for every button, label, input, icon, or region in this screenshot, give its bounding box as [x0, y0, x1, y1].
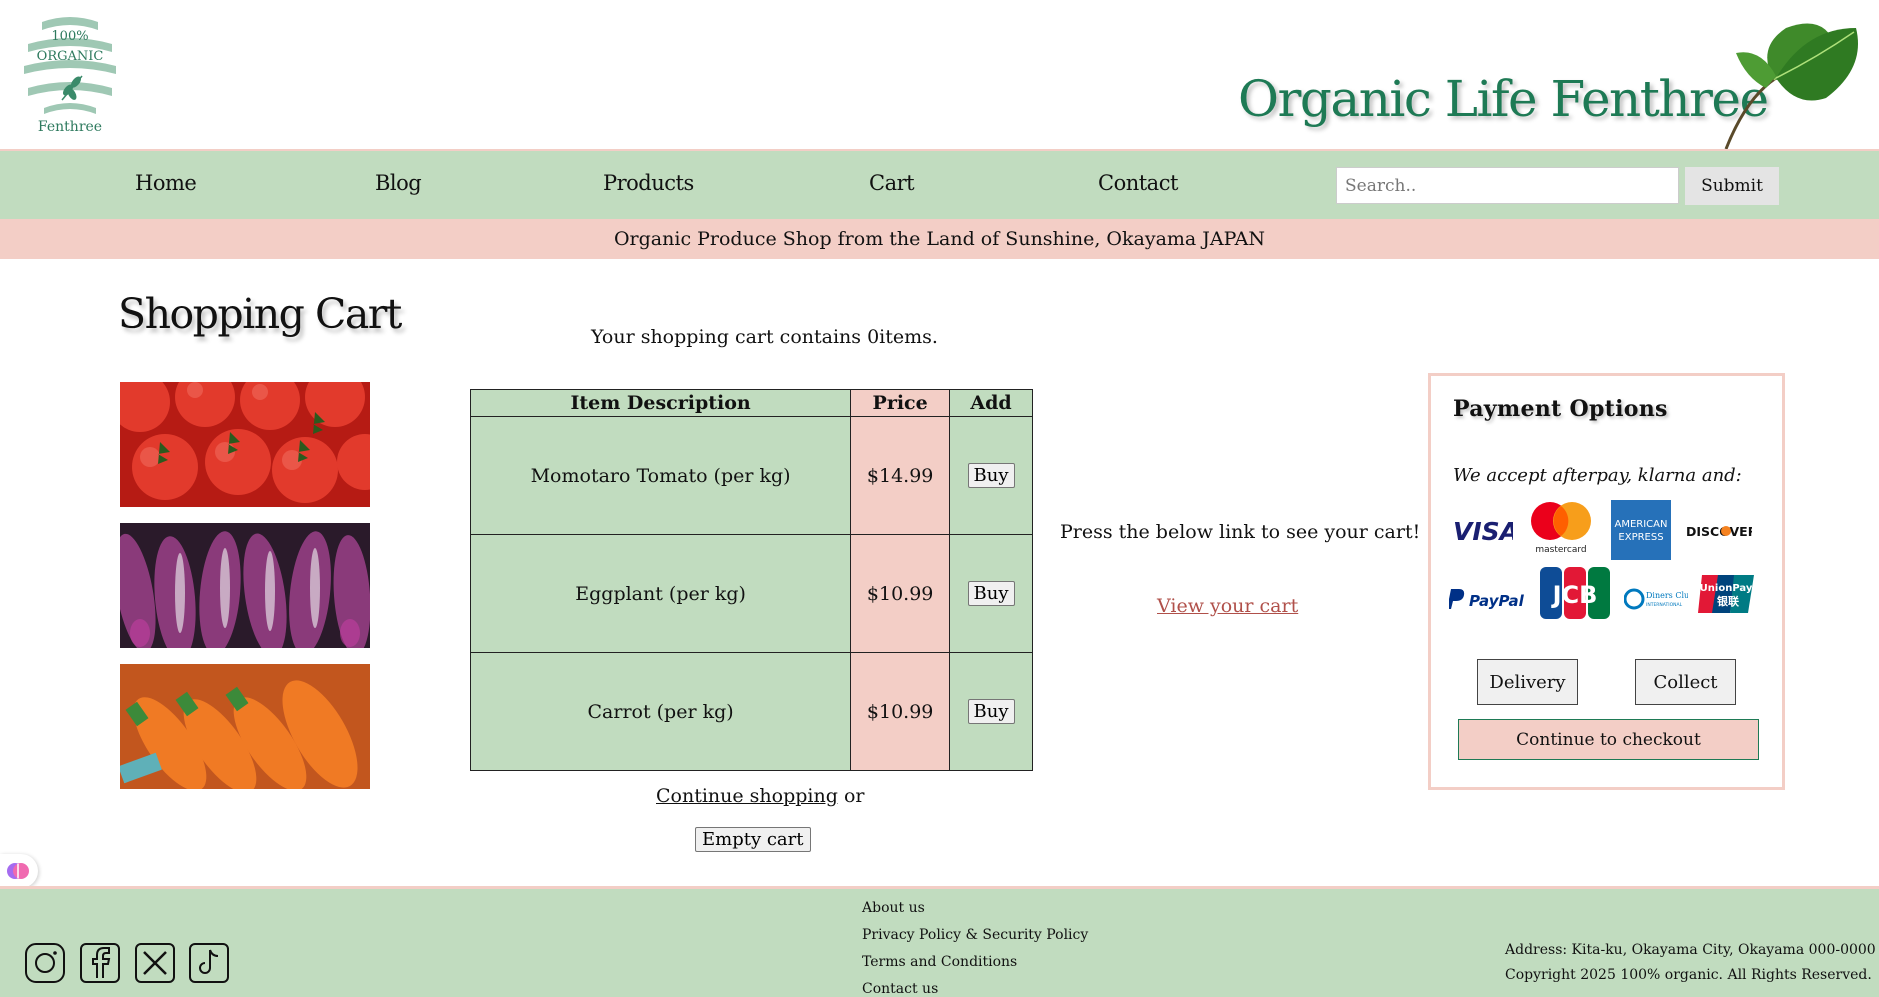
diners-label-1: Diners Club [1646, 591, 1688, 600]
payment-title: Payment Options [1453, 396, 1668, 422]
assistant-widget[interactable] [0, 854, 38, 888]
view-cart-link[interactable]: View your cart [1157, 595, 1298, 617]
site-header: 100% ORGANIC Fenthree Organic Life Fenth… [0, 0, 1879, 149]
jcb-icon: JCB [1540, 567, 1610, 619]
main-nav: Home Blog Products Cart Contact Submit [0, 149, 1879, 219]
buy-button[interactable]: Buy [967, 581, 1015, 606]
continue-line: Continue shopping or [656, 785, 864, 807]
visa-label: VISA [1453, 517, 1513, 546]
paypal-label: PayPal [1469, 592, 1525, 610]
instagram-icon[interactable] [24, 942, 66, 984]
continue-suffix: or [837, 785, 865, 807]
mastercard-icon: mastercard [1531, 502, 1591, 555]
unionpay-label-2: 银联 [1717, 594, 1739, 608]
footer-address-block: Address: Kita-ku, Okayama City, Okayama … [1505, 938, 1876, 988]
amex-label-2: EXPRESS [1618, 532, 1663, 543]
search-submit-button[interactable]: Submit [1685, 167, 1779, 205]
collect-button[interactable]: Collect [1635, 659, 1736, 705]
diners-label-2: INTERNATIONAL [1646, 602, 1683, 608]
logo-text-bottom: Fenthree [38, 119, 102, 135]
footer-link-privacy[interactable]: Privacy Policy & Security Policy [862, 922, 1088, 949]
discover-label: DISCOVER [1686, 524, 1752, 539]
facebook-icon[interactable] [79, 942, 121, 984]
add-cell: Buy [949, 416, 1033, 535]
nav-cart[interactable]: Cart [869, 171, 915, 195]
item-price: $10.99 [850, 652, 951, 771]
discover-icon: DISCOVER [1686, 524, 1752, 539]
amex-label-1: AMERICAN [1615, 519, 1668, 530]
item-description: Eggplant (per kg) [469, 534, 852, 653]
empty-cart-button[interactable]: Empty cart [695, 827, 811, 852]
unionpay-label-1: UnionPay [1700, 583, 1753, 594]
item-description: Momotaro Tomato (per kg) [469, 416, 852, 535]
nav-home[interactable]: Home [135, 171, 197, 195]
buy-button[interactable]: Buy [967, 699, 1015, 724]
leaf-icon [1724, 23, 1858, 149]
jcb-label: JCB [1551, 581, 1598, 609]
footer-address: Address: Kita-ku, Okayama City, Okayama … [1505, 942, 1876, 958]
view-cart-prompt: Press the below link to see your cart! [1060, 521, 1421, 543]
site-title: Organic Life Fenthree [1238, 70, 1769, 128]
footer-links: About us Privacy Policy & Security Polic… [862, 895, 1088, 997]
tiktok-icon[interactable] [188, 942, 230, 984]
payment-options-panel: Payment Options We accept afterpay, klar… [1428, 373, 1785, 790]
table-row: Eggplant (per kg) $10.99 Buy [469, 534, 1033, 653]
table-row: Carrot (per kg) $10.99 Buy [469, 652, 1033, 771]
footer-copyright: Copyright 2025 100% organic. All Rights … [1505, 967, 1872, 983]
organic-logo[interactable]: 100% ORGANIC Fenthree [22, 14, 118, 136]
header-price: Price [850, 389, 951, 417]
item-price: $14.99 [850, 416, 951, 535]
logo-text-top: 100% [51, 29, 88, 44]
amex-icon: AMERICAN EXPRESS [1611, 500, 1671, 560]
mastercard-label: mastercard [1535, 545, 1586, 555]
search-input[interactable] [1336, 167, 1679, 204]
header-add: Add [949, 389, 1033, 417]
buy-button[interactable]: Buy [967, 463, 1015, 488]
table-header-row: Item Description Price Add [469, 389, 1033, 417]
item-description: Carrot (per kg) [469, 652, 852, 771]
tomato-image [120, 382, 370, 507]
unionpay-icon: UnionPay 银联 [1698, 575, 1754, 613]
logo-text-mid: ORGANIC [37, 49, 104, 64]
table-row: Momotaro Tomato (per kg) $14.99 Buy [469, 416, 1033, 535]
footer-link-terms[interactable]: Terms and Conditions [862, 949, 1088, 976]
diners-club-icon: Diners Club INTERNATIONAL [1624, 588, 1688, 610]
nav-contact[interactable]: Contact [1098, 171, 1178, 195]
page-title: Shopping Cart [118, 290, 402, 338]
add-cell: Buy [949, 534, 1033, 653]
eggplant-image [120, 523, 370, 648]
cart-count-text: Your shopping cart contains 0items. [591, 326, 938, 348]
footer-link-about[interactable]: About us [862, 895, 1088, 922]
nav-products[interactable]: Products [603, 171, 694, 195]
item-price: $10.99 [850, 534, 951, 653]
continue-shopping-link[interactable]: Continue shopping [656, 785, 838, 807]
add-cell: Buy [949, 652, 1033, 771]
delivery-button[interactable]: Delivery [1477, 659, 1578, 705]
site-footer: About us Privacy Policy & Security Polic… [0, 886, 1879, 997]
tagline-banner: Organic Produce Shop from the Land of Su… [0, 219, 1879, 259]
header-item-description: Item Description [469, 389, 852, 417]
carrot-image [120, 664, 370, 789]
visa-icon: VISA [1453, 517, 1513, 546]
x-twitter-icon[interactable] [134, 942, 176, 984]
payment-accept-text: We accept afterpay, klarna and: [1453, 465, 1742, 486]
nav-blog[interactable]: Blog [375, 171, 422, 195]
continue-to-checkout-button[interactable]: Continue to checkout [1458, 719, 1759, 760]
cart-table: Item Description Price Add Momotaro Toma… [469, 389, 1033, 771]
brain-icon [7, 863, 29, 879]
paypal-icon: PayPal [1449, 589, 1525, 610]
footer-link-contact[interactable]: Contact us [862, 976, 1088, 997]
